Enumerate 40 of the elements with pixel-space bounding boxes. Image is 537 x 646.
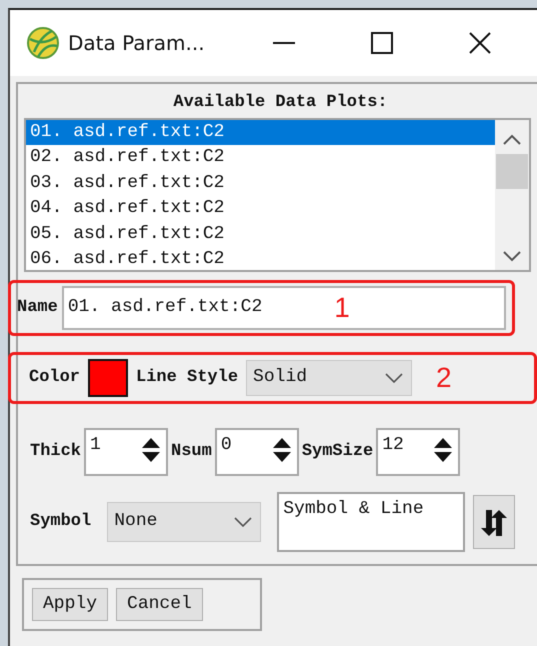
scroll-thumb[interactable] xyxy=(496,154,528,188)
up-down-arrows-icon xyxy=(480,508,508,536)
list-item[interactable]: 01. asd.ref.txt:C2 xyxy=(26,120,495,145)
spin-field[interactable]: 0 xyxy=(214,428,299,476)
list-item[interactable]: 02. asd.ref.txt:C2 xyxy=(26,145,495,170)
minimize-icon xyxy=(273,42,295,44)
list-heading: Available Data Plots: xyxy=(172,92,389,114)
caret-icon xyxy=(234,516,252,526)
color-swatch[interactable] xyxy=(88,358,128,396)
field-label: Color xyxy=(29,366,80,389)
globe-icon xyxy=(26,26,60,60)
list-item[interactable]: 03. asd.ref.txt:C2 xyxy=(26,170,495,196)
field-label: Line Style xyxy=(136,366,238,389)
close-icon xyxy=(469,32,491,54)
window-title: Data Param... xyxy=(68,30,205,57)
dialog-button[interactable]: Apply xyxy=(32,588,108,620)
scrollbar[interactable] xyxy=(495,120,529,270)
name-field[interactable]: 01. asd.ref.txt:C2 1 xyxy=(62,286,506,330)
annotation-number: 2 xyxy=(436,364,452,392)
field-label: Name xyxy=(17,296,58,319)
spin-field[interactable]: 12 xyxy=(376,428,460,476)
scroll-up-icon[interactable] xyxy=(503,134,521,146)
plot-list[interactable]: 01. asd.ref.txt:C2 02. asd.ref.txt:C2 03. asd.ref.txt:C2 04. asd.ref.txt:C2 05. asd.ref.txt:C2 06. asd.ref.txt:C2 xyxy=(24,118,531,272)
spin-field[interactable]: 1 xyxy=(84,428,168,476)
field-label: Thick xyxy=(30,440,82,463)
list-item[interactable]: 04. asd.ref.txt:C2 xyxy=(26,196,495,222)
annotation-number: 1 xyxy=(334,294,350,322)
symbol-dropdown[interactable]: None xyxy=(107,502,262,542)
field-label: Nsum xyxy=(171,440,212,463)
caret-icon xyxy=(385,372,404,382)
field-label: SymSize xyxy=(302,440,374,463)
plot-mode-field[interactable]: Symbol & Line xyxy=(277,492,466,552)
list-item[interactable]: 05. asd.ref.txt:C2 xyxy=(26,222,495,247)
field-label: Symbol xyxy=(30,510,92,533)
maximize-icon xyxy=(371,32,393,54)
scroll-down-icon[interactable] xyxy=(503,250,521,262)
dialog-button[interactable]: Cancel xyxy=(116,588,203,620)
swap-button[interactable] xyxy=(473,494,516,548)
list-item[interactable]: 06. asd.ref.txt:C2 xyxy=(26,247,495,272)
line-style-dropdown[interactable]: Solid xyxy=(246,360,412,396)
